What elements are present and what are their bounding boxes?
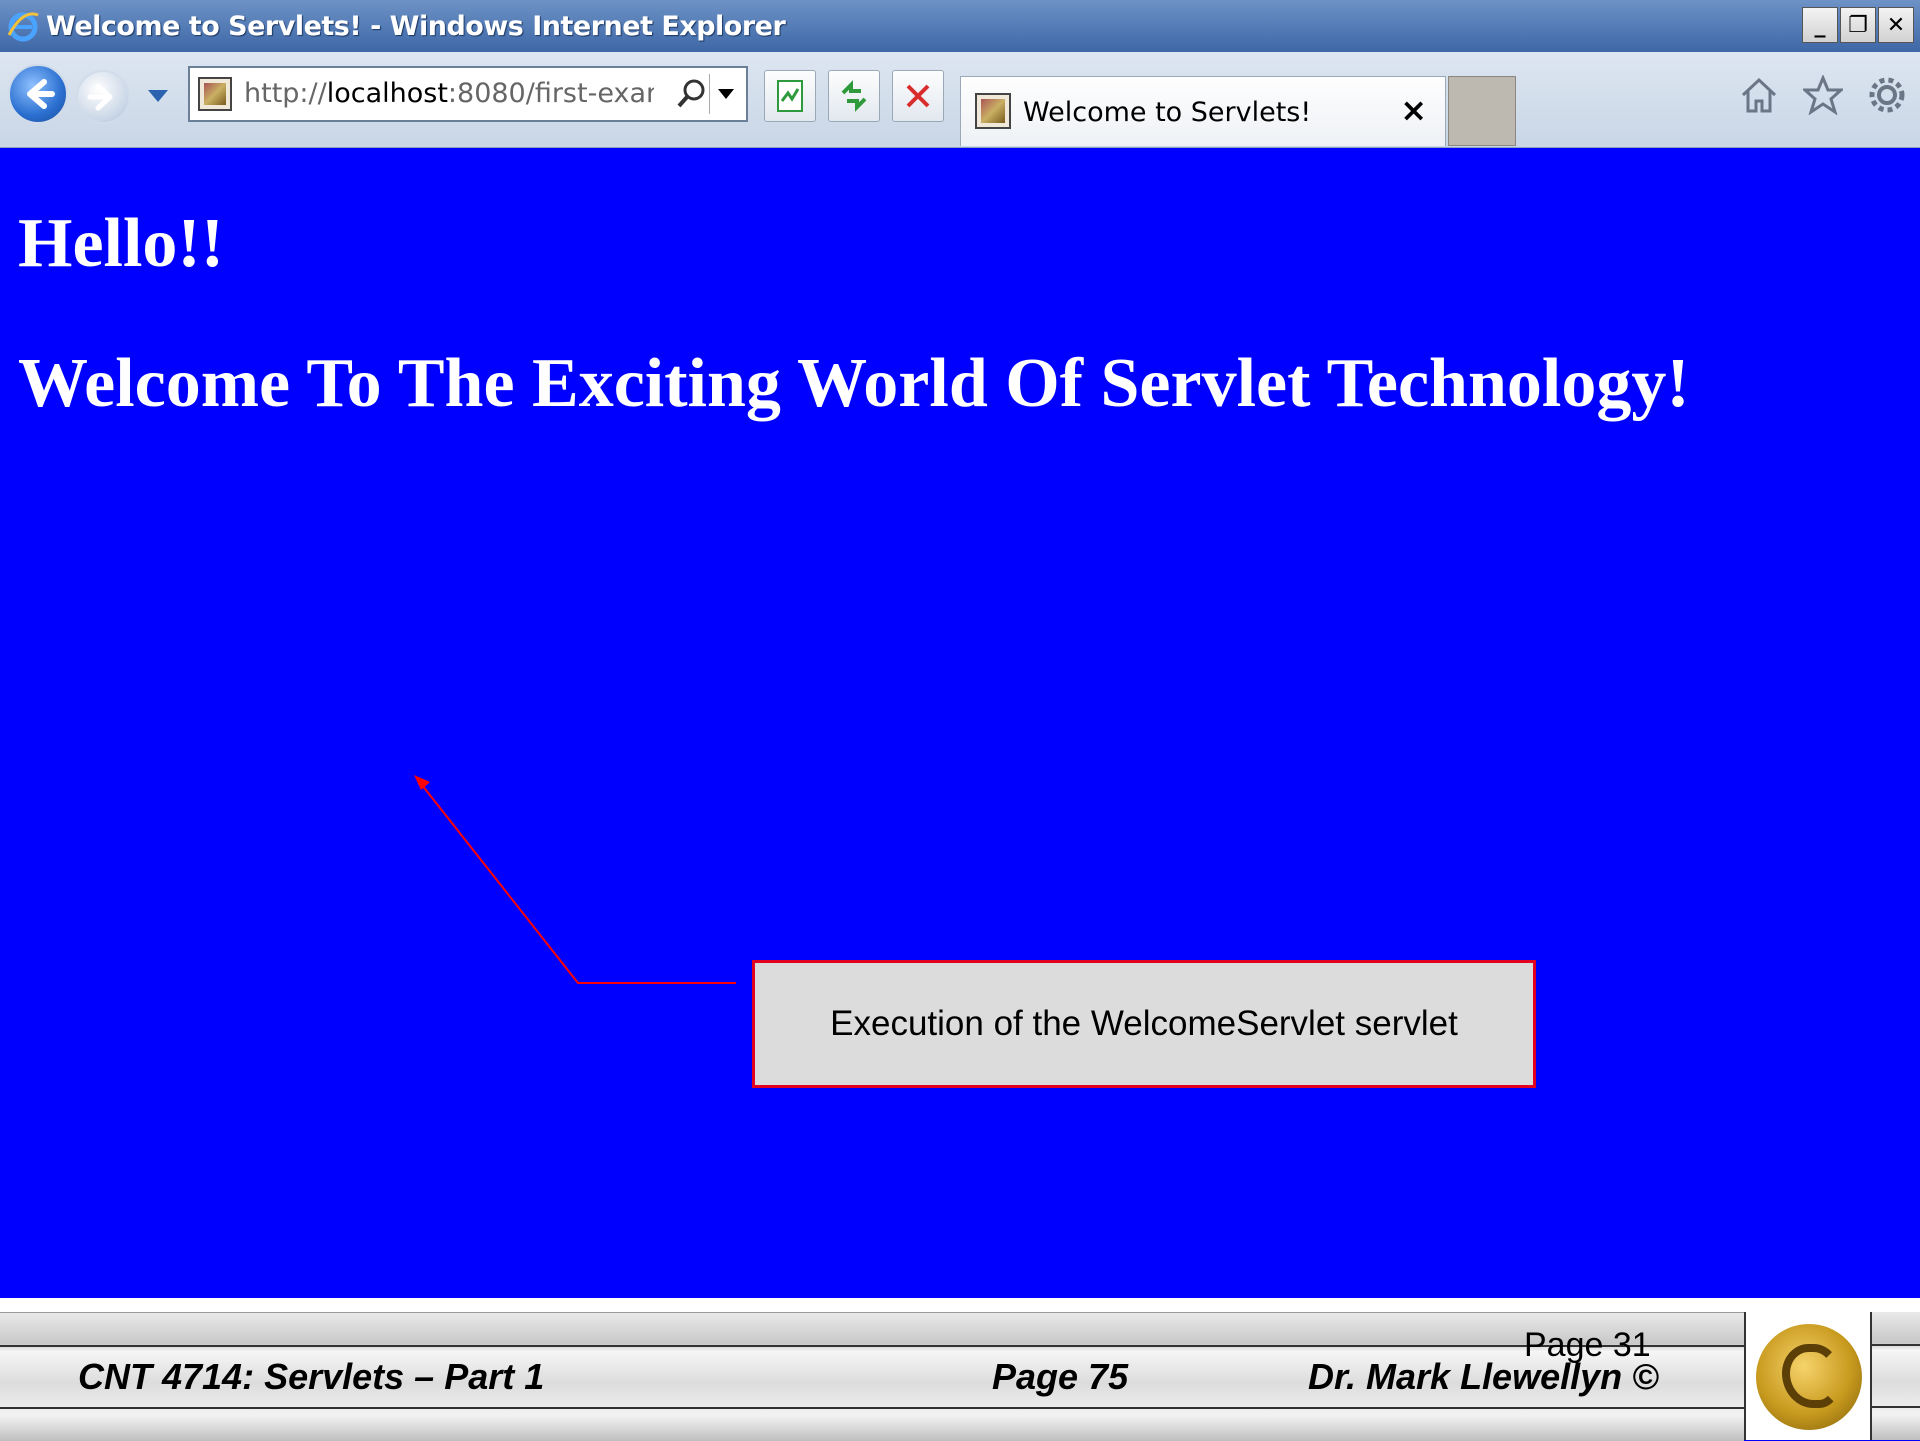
back-button[interactable] [8, 64, 68, 124]
refresh-icon [841, 80, 867, 112]
tab-welcome-to-servlets[interactable]: Welcome to Servlets! × [960, 76, 1446, 146]
footer-right-band [1872, 1312, 1920, 1440]
logo-box [1744, 1312, 1872, 1440]
gear-icon[interactable] [1866, 74, 1908, 116]
address-bar[interactable]: http://localhost:8080/first-example [188, 66, 748, 122]
back-arrow-icon [27, 79, 55, 109]
forward-arrow-icon [87, 83, 113, 111]
home-icon[interactable] [1738, 74, 1780, 116]
recent-pages-dropdown-icon[interactable] [148, 90, 168, 102]
browser-toolbar: http://localhost:8080/first-example Welc… [0, 52, 1920, 148]
search-icon[interactable] [676, 78, 706, 117]
url-path: :8080/first-example [447, 78, 654, 109]
address-dropdown-button[interactable] [709, 74, 742, 114]
ucf-pegasus-logo-icon [1756, 1324, 1862, 1430]
close-window-button[interactable]: ✕ [1878, 7, 1914, 43]
footer-author: Dr. Mark Llewellyn © [1308, 1356, 1659, 1397]
url-host: localhost [326, 78, 448, 109]
slide-footer: CNT 4714: Servlets – Part 1 Page 75 Page… [0, 1298, 1920, 1441]
forward-button[interactable] [76, 70, 130, 124]
arrowhead-icon [414, 775, 430, 790]
minimize-button[interactable]: _ [1802, 7, 1838, 43]
compatibility-view-button[interactable] [764, 70, 816, 122]
page-content: Hello!! Welcome To The Exciting World Of… [0, 148, 1920, 1298]
window-title-bar: Welcome to Servlets! - Windows Internet … [0, 0, 1920, 52]
window-title: Welcome to Servlets! - Windows Internet … [46, 10, 786, 42]
callout-arrow [414, 775, 736, 984]
ie-logo-icon [6, 9, 40, 43]
restore-button[interactable]: ❐ [1840, 7, 1876, 43]
tab-close-icon[interactable]: × [1400, 91, 1427, 129]
compatibility-view-icon [777, 80, 803, 112]
footer-course: CNT 4714: Servlets – Part 1 [78, 1356, 545, 1397]
footer-page-number: Page 75 [992, 1356, 1129, 1397]
site-favicon-icon [198, 77, 232, 111]
stop-button[interactable] [892, 70, 944, 122]
footer-rule-top [0, 1345, 1744, 1347]
star-icon[interactable] [1802, 74, 1844, 116]
url-scheme: http:// [244, 78, 327, 109]
footer-rule-bottom [0, 1407, 1744, 1409]
stop-icon [906, 84, 930, 108]
window-controls: _ ❐ ✕ [1802, 7, 1914, 43]
refresh-button[interactable] [828, 70, 880, 122]
address-url[interactable]: http://localhost:8080/first-example [244, 78, 654, 109]
callout-box: Execution of the WelcomeServlet servlet [752, 960, 1536, 1088]
command-icons [1738, 74, 1908, 116]
tab-favicon-icon [975, 93, 1011, 129]
new-tab-button[interactable] [1448, 76, 1516, 146]
tab-label: Welcome to Servlets! [1023, 97, 1312, 128]
